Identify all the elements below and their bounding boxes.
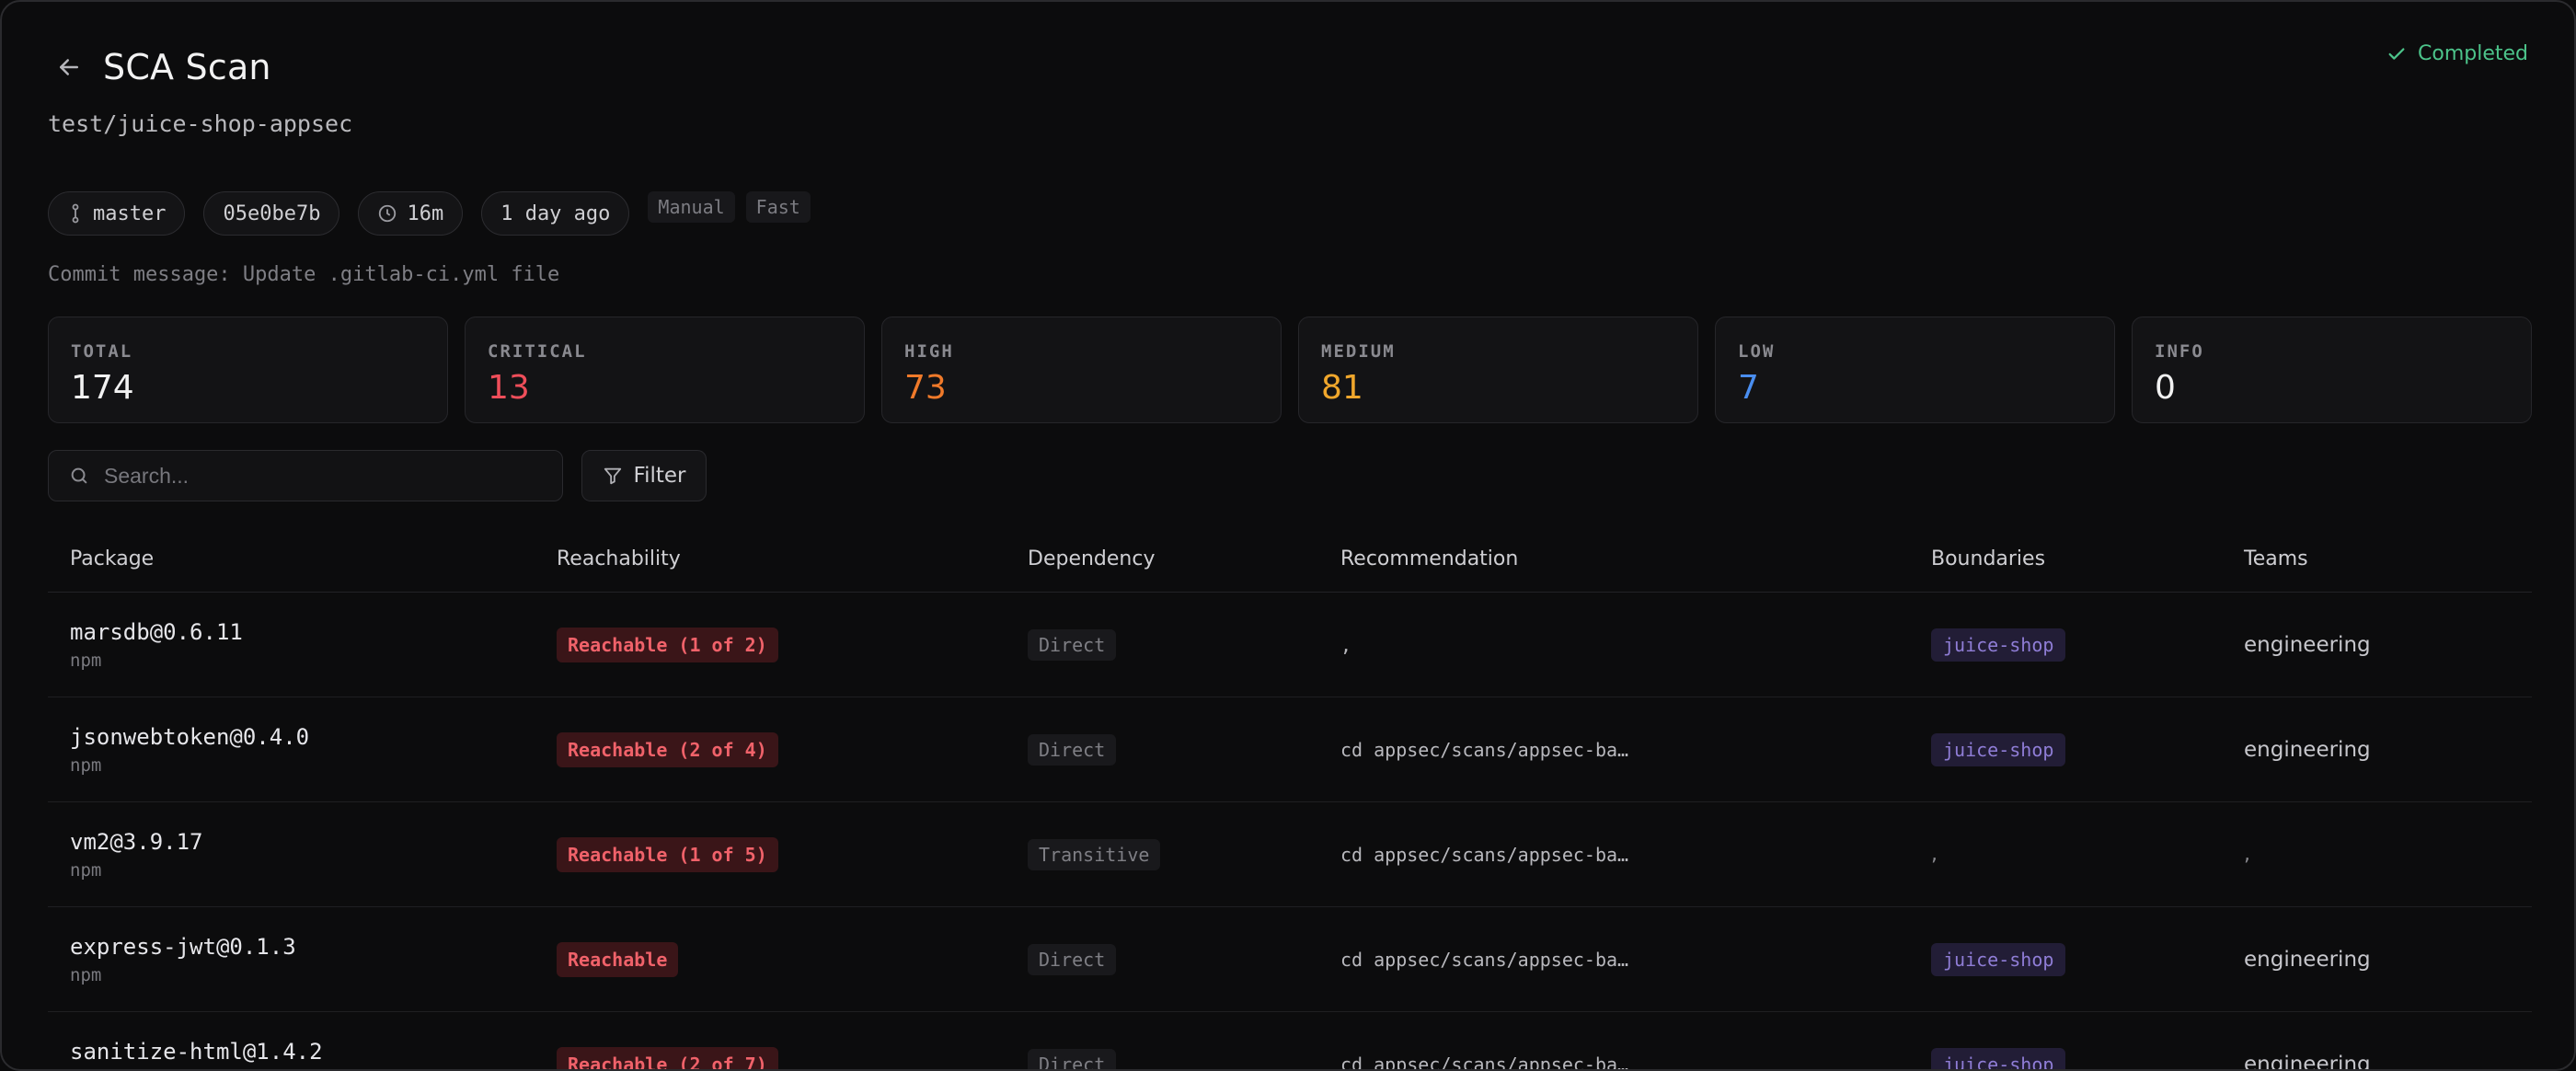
age-label: 1 day ago (500, 202, 611, 225)
search-icon (71, 467, 87, 484)
page-header: SCA Scan (48, 46, 271, 88)
commit-message: Commit message: Update .gitlab-ci.yml fi… (48, 263, 560, 286)
table-row[interactable]: marsdb@0.6.11 npm Reachable (1 of 2) Dir… (48, 593, 2532, 697)
team-name: engineering (2244, 632, 2371, 657)
filter-label: Filter (633, 464, 686, 488)
column-header-package[interactable]: Package (48, 547, 557, 570)
stat-label: CRITICAL (488, 341, 587, 362)
boundary-badge: juice-shop (1931, 628, 2066, 662)
status-badge: Completed (2386, 42, 2528, 65)
back-button[interactable] (48, 46, 90, 88)
branch-label: master (93, 202, 167, 225)
package-ecosystem: npm (70, 754, 102, 776)
table-row[interactable]: vm2@3.9.17 npm Reachable (1 of 5) Transi… (48, 802, 2532, 907)
package-name: vm2@3.9.17 (70, 828, 203, 855)
search-box[interactable] (48, 450, 563, 501)
age-chip: 1 day ago (481, 191, 630, 236)
package-name: jsonwebtoken@0.4.0 (70, 723, 310, 750)
column-header-teams[interactable]: Teams (2244, 547, 2520, 570)
duration-label: 16m (407, 202, 444, 225)
dependency-badge: Transitive (1028, 838, 1161, 870)
stat-card-info: INFO 0 (2132, 317, 2532, 423)
page-title: SCA Scan (103, 47, 271, 87)
duration-chip: 16m (358, 191, 464, 236)
stat-card-total: TOTAL 174 (48, 317, 448, 423)
dependency-badge: Direct (1028, 943, 1117, 975)
recommendation-text: cd appsec/scans/appsec-ba… (1340, 843, 1629, 866)
check-icon (2388, 47, 2405, 60)
filter-icon (604, 467, 621, 485)
column-header-boundaries[interactable]: Boundaries (1931, 547, 2244, 570)
commit-hash: 05e0be7b (223, 202, 321, 225)
package-ecosystem: npm (70, 650, 102, 671)
package-name: express-jwt@0.1.3 (70, 933, 296, 960)
stat-value: 174 (71, 369, 134, 407)
table-row[interactable]: express-jwt@0.1.3 npm Reachable Direct c… (48, 907, 2532, 1012)
repo-name: test/juice-shop-appsec (48, 110, 353, 137)
dependency-badge: Direct (1028, 628, 1117, 661)
stat-value: 81 (1321, 369, 1363, 407)
team-name: engineering (2244, 737, 2371, 762)
team-empty: , (2244, 843, 2250, 866)
package-name: sanitize-html@1.4.2 (70, 1038, 323, 1065)
search-input[interactable] (104, 463, 527, 489)
tag-fast: Fast (745, 191, 811, 223)
table-header: Package Reachability Dependency Recommen… (48, 526, 2532, 593)
stat-card-medium: MEDIUM 81 (1298, 317, 1698, 423)
stat-card-high: HIGH 73 (881, 317, 1282, 423)
boundary-badge: juice-shop (1931, 732, 2066, 766)
column-header-reachability[interactable]: Reachability (557, 547, 1028, 570)
package-ecosystem: npm (70, 859, 102, 881)
stat-value: 7 (1738, 369, 1759, 407)
app-window: SCA Scan Completed test/juice-shop-appse… (0, 0, 2576, 1071)
branch-chip: master (48, 191, 186, 236)
reachability-badge: Reachable (557, 941, 679, 977)
stat-card-low: LOW 7 (1715, 317, 2115, 423)
team-name: engineering (2244, 1052, 2371, 1071)
table-row[interactable]: sanitize-html@1.4.2 npm Reachable (2 of … (48, 1012, 2532, 1071)
filter-button[interactable]: Filter (581, 450, 707, 501)
stat-label: INFO (2155, 341, 2204, 362)
boundary-badge: juice-shop (1931, 1047, 2066, 1069)
recommendation-text: , (1340, 633, 1352, 656)
column-header-dependency[interactable]: Dependency (1028, 547, 1340, 570)
status-text: Completed (2418, 42, 2528, 65)
table-row[interactable]: jsonwebtoken@0.4.0 npm Reachable (2 of 4… (48, 697, 2532, 802)
findings-table: Package Reachability Dependency Recommen… (48, 526, 2532, 1071)
scan-meta-chips: master 05e0be7b 16m 1 day ago Manual Fas… (48, 191, 811, 236)
recommendation-text: cd appsec/scans/appsec-ba… (1340, 1053, 1629, 1071)
boundary-badge: juice-shop (1931, 942, 2066, 976)
stat-label: MEDIUM (1321, 341, 1396, 362)
package-ecosystem: npm (70, 964, 102, 985)
arrow-left-icon (60, 59, 78, 75)
stat-value: 73 (904, 369, 947, 407)
clock-icon (379, 204, 397, 223)
dependency-badge: Direct (1028, 1048, 1117, 1069)
stat-value: 0 (2155, 369, 2176, 407)
stat-value: 13 (488, 369, 530, 407)
git-branch-icon (72, 203, 79, 224)
stat-label: HIGH (904, 341, 954, 362)
team-name: engineering (2244, 947, 2371, 972)
recommendation-text: cd appsec/scans/appsec-ba… (1340, 948, 1629, 971)
column-header-recommendation[interactable]: Recommendation (1340, 547, 1931, 570)
reachability-badge: Reachable (2 of 4) (557, 731, 778, 767)
dependency-badge: Direct (1028, 733, 1117, 766)
boundary-empty: , (1931, 843, 1938, 866)
commit-chip: 05e0be7b (203, 191, 340, 236)
stat-card-critical: CRITICAL 13 (465, 317, 865, 423)
recommendation-text: cd appsec/scans/appsec-ba… (1340, 738, 1629, 761)
reachability-badge: Reachable (1 of 5) (557, 836, 778, 872)
severity-stats: TOTAL 174 CRITICAL 13 HIGH 73 MEDIUM 81 … (48, 317, 2532, 423)
stat-label: TOTAL (71, 341, 133, 362)
reachability-badge: Reachable (2 of 7) (557, 1046, 778, 1069)
stat-label: LOW (1738, 341, 1776, 362)
package-name: marsdb@0.6.11 (70, 618, 243, 645)
tag-manual: Manual (648, 191, 735, 223)
reachability-badge: Reachable (1 of 2) (557, 627, 778, 662)
